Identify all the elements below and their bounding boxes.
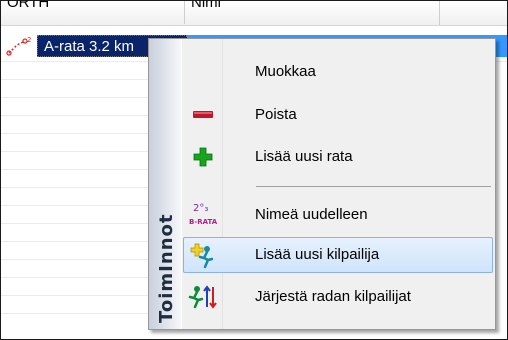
grid-line (1, 151, 151, 152)
column-header-orth[interactable]: ORTH (1, 1, 185, 24)
menu-item-jarjesta-radan-kilpailijat[interactable]: Järjestä radan kilpailijat (183, 279, 493, 315)
grid-line (1, 223, 151, 224)
sort-competitors-icon (187, 281, 219, 313)
rename-icon-top-text: 2°₃ (193, 203, 208, 214)
grid-line (1, 79, 151, 80)
menu-separator (256, 186, 491, 187)
grid-line (1, 277, 151, 278)
grid-line (1, 205, 151, 206)
column-divider[interactable] (439, 1, 440, 25)
route-icon: 2 (6, 36, 31, 56)
grid-line (1, 97, 151, 98)
grid-line (1, 169, 151, 170)
menu-item-poista[interactable]: Poista (183, 97, 493, 133)
menu-item-lisaa-uusi-kilpailija[interactable]: Lisää uusi kilpailija (183, 237, 493, 273)
menu-item-muokkaa[interactable]: Muokkaa (183, 54, 493, 90)
grid-line (1, 313, 151, 314)
grid-line (1, 133, 151, 134)
rename-icon-bottom-text: B-RATA (189, 218, 218, 226)
svg-text:2: 2 (27, 36, 31, 44)
rename-route-icon: 2°₃ B-RATA (187, 199, 219, 231)
menu-item-label: Järjestä radan kilpailijat (255, 288, 411, 305)
menu-item-label: Lisää uusi rata (255, 148, 353, 165)
column-header-row: ORTH Nimi (1, 1, 507, 26)
grid-line (1, 295, 151, 296)
minus-icon (187, 99, 219, 131)
menu-side-banner: ToimInnot (149, 39, 182, 329)
grid-line (1, 241, 151, 242)
add-competitor-icon (188, 240, 220, 272)
grid-line (1, 187, 151, 188)
menu-item-label: Nimeä uudelleen (255, 206, 368, 223)
grid-line (1, 259, 151, 260)
menu-item-label: Poista (255, 106, 297, 123)
context-menu: ToimInnot Muokkaa Poista Lisää uusi rata… (148, 38, 496, 330)
menu-item-label: Muokkaa (255, 63, 316, 80)
plus-icon (187, 141, 219, 173)
empty-icon-slot (187, 56, 219, 88)
menu-item-lisaa-uusi-rata[interactable]: Lisää uusi rata (183, 139, 493, 175)
grid-line (1, 115, 151, 116)
column-header-nimi[interactable]: Nimi (191, 1, 221, 24)
menu-item-label: Lisää uusi kilpailija (255, 246, 380, 263)
menu-banner-title: ToimInnot (156, 213, 177, 323)
menu-item-nimea-uudelleen[interactable]: 2°₃ B-RATA Nimeä uudelleen (183, 197, 493, 233)
